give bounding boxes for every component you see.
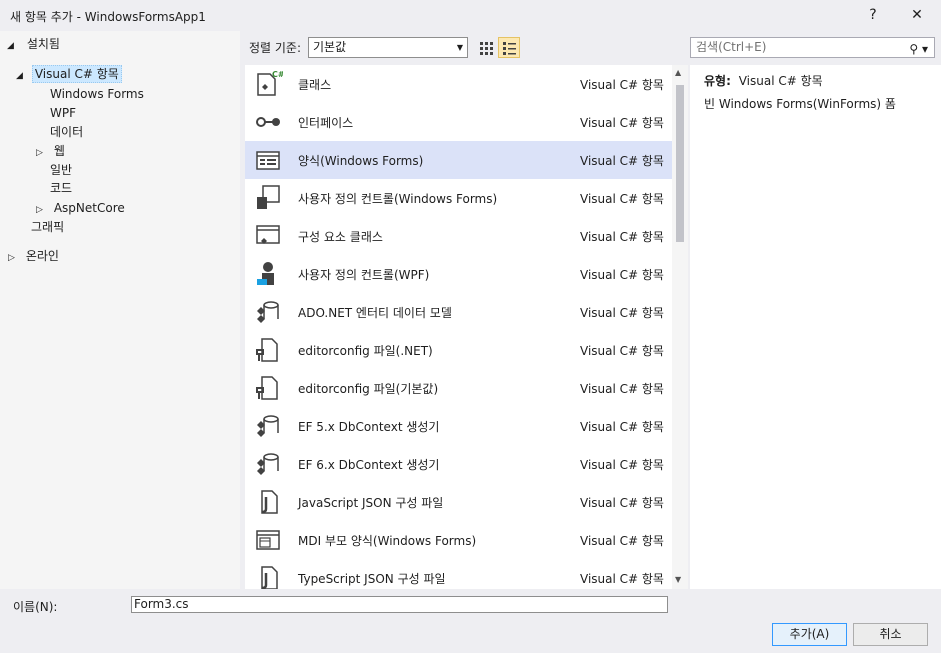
name-label: 이름(N): [13, 600, 58, 614]
config-file-icon [256, 338, 278, 362]
form-icon [256, 151, 280, 170]
category-tree: ◢ 설치됨 ◢ Visual C# 항목 Windows Forms WPF 데… [0, 31, 240, 589]
list-item[interactable]: EF 6.x DbContext 생성기 Visual C# 항목 [245, 445, 672, 483]
small-icons-view-button[interactable] [475, 37, 497, 58]
list-item[interactable]: EF 5.x DbContext 생성기 Visual C# 항목 [245, 407, 672, 445]
list-scrollbar[interactable]: ▲ ▼ [672, 65, 688, 589]
tree-item-installed[interactable]: ◢ 설치됨 [7, 35, 60, 54]
title-bar: 새 항목 추가 - WindowsFormsApp1 ? ✕ [0, 0, 941, 30]
template-list: C# 클래스 Visual C# 항목 인터페이스 Visual C# 항목 양… [245, 65, 688, 589]
svg-text:C#: C# [272, 70, 283, 79]
item-description: 빈 Windows Forms(WinForms) 폼 [704, 97, 896, 111]
list-view-icon [503, 41, 516, 55]
list-item[interactable]: MDI 부모 양식(Windows Forms) Visual C# 항목 [245, 521, 672, 559]
tree-item-online[interactable]: ▷ 온라인 [8, 247, 59, 266]
sort-value: 기본값 [313, 40, 347, 54]
sort-label: 정렬 기준: [249, 41, 302, 55]
list-item[interactable]: 양식(Windows Forms) Visual C# 항목 [245, 141, 672, 179]
search-icon[interactable]: ⚲ ▾ [909, 40, 928, 59]
config-file-icon [256, 376, 278, 400]
expanded-arrow-icon[interactable]: ◢ [7, 37, 17, 56]
ef-generator-icon [257, 453, 279, 475]
list-item[interactable]: 인터페이스 Visual C# 항목 [245, 103, 672, 141]
help-button[interactable]: ? [862, 4, 884, 26]
user-control-icon [257, 185, 280, 209]
tree-item-data[interactable]: 데이터 [50, 123, 83, 142]
expanded-arrow-icon[interactable]: ◢ [16, 67, 26, 86]
tree-item-aspnetcore[interactable]: ▷ AspNetCore [36, 199, 125, 218]
list-item[interactable]: 구성 요소 클래스 Visual C# 항목 [245, 217, 672, 255]
list-item[interactable]: TypeScript JSON 구성 파일 Visual C# 항목 [245, 559, 672, 589]
scroll-down-icon[interactable]: ▼ [675, 575, 681, 584]
mdi-form-icon [256, 530, 280, 550]
list-item[interactable]: editorconfig 파일(.NET) Visual C# 항목 [245, 331, 672, 369]
add-button[interactable]: 추가(A) [772, 623, 847, 646]
search-placeholder: 검색(Ctrl+E) [696, 40, 767, 54]
tree-item-visual-cs[interactable]: ◢ Visual C# 항목 [16, 65, 122, 84]
interface-icon [256, 117, 280, 127]
json-file-icon [261, 566, 278, 589]
window-title: 새 항목 추가 - WindowsFormsApp1 [10, 10, 206, 24]
type-label: 유형: [704, 74, 731, 88]
collapsed-arrow-icon[interactable]: ▷ [36, 144, 46, 163]
ef-generator-icon [257, 415, 279, 437]
name-input[interactable]: Form3.cs [131, 596, 668, 613]
json-file-icon [261, 490, 278, 514]
list-item[interactable]: JavaScript JSON 구성 파일 Visual C# 항목 [245, 483, 672, 521]
tree-item-general[interactable]: 일반 [50, 161, 72, 180]
tree-item-graphics[interactable]: 그래픽 [31, 218, 64, 237]
list-item[interactable]: 사용자 정의 컨트롤(Windows Forms) Visual C# 항목 [245, 179, 672, 217]
wpf-control-icon [257, 262, 274, 285]
list-view-button[interactable] [498, 37, 520, 58]
tree-item-windows-forms[interactable]: Windows Forms [50, 85, 144, 104]
close-button[interactable]: ✕ [906, 4, 928, 26]
scroll-up-icon[interactable]: ▲ [675, 68, 681, 77]
tree-item-code[interactable]: 코드 [50, 179, 72, 198]
search-input[interactable]: 검색(Ctrl+E) ⚲ ▾ [690, 37, 935, 58]
list-item[interactable]: editorconfig 파일(기본값) Visual C# 항목 [245, 369, 672, 407]
chevron-down-icon: ▼ [456, 43, 463, 52]
type-value: Visual C# 항목 [738, 74, 823, 88]
list-item[interactable]: 사용자 정의 컨트롤(WPF) Visual C# 항목 [245, 255, 672, 293]
list-item[interactable]: C# 클래스 Visual C# 항목 [245, 65, 672, 103]
sort-dropdown[interactable]: 기본값 ▼ [308, 37, 468, 58]
collapsed-arrow-icon[interactable]: ▷ [8, 249, 18, 268]
component-icon [256, 225, 280, 244]
cancel-button[interactable]: 취소 [853, 623, 928, 646]
tree-item-wpf[interactable]: WPF [50, 104, 76, 123]
list-item[interactable]: ADO.NET 엔터티 데이터 모델 Visual C# 항목 [245, 293, 672, 331]
class-icon: C# [257, 70, 283, 96]
grid-view-icon [480, 41, 493, 55]
type-row: 유형: Visual C# 항목 [704, 72, 823, 89]
info-panel: 유형: Visual C# 항목 빈 Windows Forms(WinForm… [690, 65, 941, 589]
data-model-icon [257, 301, 279, 323]
tree-item-web[interactable]: ▷ 웹 [36, 142, 65, 161]
scroll-thumb[interactable] [676, 85, 684, 242]
